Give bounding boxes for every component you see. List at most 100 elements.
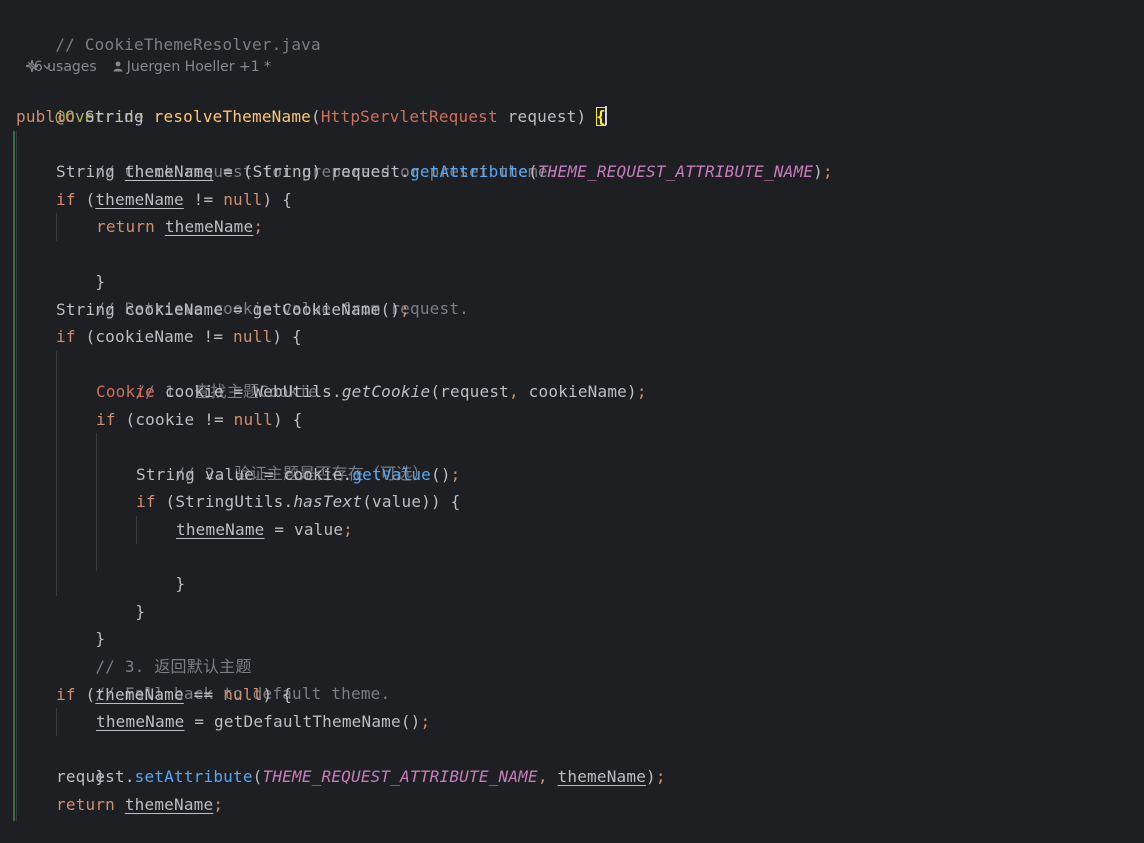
local-variable: themeName [164, 217, 254, 236]
semicolon: ; [420, 712, 431, 731]
code-text: ) { [273, 410, 303, 429]
person-icon [113, 61, 123, 72]
comma: , [509, 382, 519, 401]
local-variable: themeName [124, 162, 214, 181]
constant: THEME_REQUEST_ATTRIBUTE_NAME [262, 767, 538, 786]
param-type: HttpServletRequest [320, 107, 498, 126]
paren: ( [528, 162, 538, 181]
code-line-comment[interactable]: // 2. 验证主题是否存在（可选） [136, 433, 429, 483]
code-line-comment[interactable]: // 3. 返回默认主题 [56, 626, 252, 676]
keyword: if [56, 327, 76, 346]
local-variable: themeName [124, 795, 214, 814]
code-line-close-brace[interactable]: } [56, 241, 105, 291]
local-variable: themeName [176, 520, 265, 539]
code-text: ) { [262, 190, 293, 209]
code-line-if[interactable]: if (cookieName != null) { [56, 323, 302, 350]
code-text: = getDefaultThemeName() [184, 712, 421, 731]
return-type: String [75, 107, 154, 126]
code-line-close-brace[interactable]: } [56, 598, 105, 648]
method-call: setAttribute [134, 767, 253, 786]
chevron-down-icon [43, 64, 51, 70]
paren: ) [813, 162, 824, 181]
keyword: if [96, 410, 116, 429]
semicolon: ; [823, 162, 833, 181]
keyword: null [233, 410, 274, 429]
code-text: String value = cookie. [136, 465, 353, 484]
indent-guide [96, 433, 97, 571]
code-line-if[interactable]: if (themeName == null) { [56, 681, 292, 708]
code-line-close-brace[interactable]: } [96, 571, 145, 621]
vcs-change-marker[interactable] [13, 131, 15, 821]
code-line-if[interactable]: if (cookie != null) { [96, 406, 303, 433]
code-line-get-value[interactable]: String value = cookie.getValue(); [136, 461, 461, 488]
code-line-method-signature[interactable]: public String resolveThemeName(HttpServl… [16, 103, 608, 130]
semicolon: ; [343, 520, 354, 539]
indent-guide [56, 213, 57, 241]
author-hint[interactable]: Juergen Hoeller +1 * [113, 59, 271, 75]
paren: ( [311, 107, 321, 126]
code-line-method-close[interactable]: } [16, 818, 65, 843]
code-line-comment[interactable]: // 1. 查找主题Cookie [96, 351, 318, 401]
code-text: cookie = WebUtils. [155, 382, 342, 401]
indent-guide [16, 131, 17, 821]
local-variable: themeName [95, 685, 184, 704]
semicolon: ; [636, 382, 647, 401]
code-line-assign-default[interactable]: themeName = getDefaultThemeName(); [96, 708, 430, 735]
author-name: Juergen Hoeller +1 * [126, 59, 272, 75]
keyword: if [56, 190, 76, 209]
method-call: getAttribute [410, 162, 528, 181]
code-text: ( [75, 685, 96, 704]
code-text: != [183, 190, 224, 209]
code-line-comment[interactable]: // Fall back to default theme. [56, 653, 390, 703]
code-line-if[interactable]: if (themeName != null) { [56, 186, 292, 213]
code-line-comment[interactable]: // Check request for preparsed or preset… [56, 131, 558, 181]
code-editor[interactable]: // CookieThemeResolver.java 6 usages Juer… [0, 0, 1144, 843]
ai-sparkle-icon [25, 59, 39, 73]
code-text: (value)) { [362, 492, 461, 511]
code-text: ) { [262, 685, 293, 704]
brace: } [175, 574, 186, 593]
semicolon: ; [655, 767, 666, 786]
code-line-return[interactable]: return themeName; [56, 791, 223, 818]
code-text: ( [75, 190, 96, 209]
code-text: = value [264, 520, 344, 539]
indent-guide [56, 351, 57, 596]
code-text: (request [430, 382, 509, 401]
code-text: request. [56, 767, 135, 786]
code-line-get-cookie[interactable]: Cookie cookie = WebUtils.getCookie(reque… [96, 378, 647, 405]
code-text: = (String) request. [213, 162, 410, 181]
paren: ) [646, 767, 656, 786]
code-line-return[interactable]: return themeName; [96, 213, 263, 240]
local-variable: themeName [95, 190, 184, 209]
indent-guide [136, 516, 137, 544]
file-comment-line: // CookieThemeResolver.java [16, 4, 321, 54]
code-line-assign[interactable]: themeName = value; [176, 516, 353, 543]
method-call: getValue [352, 465, 431, 484]
keyword: if [136, 492, 156, 511]
static-method-call: hasText [293, 492, 363, 511]
code-line-get-attribute[interactable]: String themeName = (String) request.getA… [56, 158, 833, 185]
code-line-annotation[interactable]: @Override [16, 76, 144, 126]
code-line-comment[interactable]: // Retrieve cookie value from request. [56, 268, 469, 318]
semicolon: ; [213, 795, 224, 814]
code-vision-hints: 6 usages Juergen Hoeller +1 * [16, 34, 271, 75]
keyword: public [16, 107, 75, 126]
keyword: return [56, 795, 115, 814]
local-variable: themeName [557, 767, 647, 786]
constant: THEME_REQUEST_ATTRIBUTE_NAME [537, 162, 814, 181]
code-line-set-attribute[interactable]: request.setAttribute(THEME_REQUEST_ATTRI… [56, 763, 666, 790]
local-variable: themeName [96, 712, 185, 731]
code-line-close-brace[interactable]: } [136, 543, 185, 593]
method-name: resolveThemeName [153, 107, 311, 126]
code-line-cookie-name[interactable]: String cookieName = getCookieName(); [56, 296, 410, 323]
code-line-close-brace[interactable]: } [56, 736, 105, 786]
semicolon: ; [450, 465, 461, 484]
code-line-if[interactable]: if (StringUtils.hasText(value)) { [136, 488, 461, 515]
keyword: null [233, 327, 273, 346]
inlay-toggle[interactable] [25, 57, 57, 75]
code-text: ) { [272, 327, 302, 346]
static-method-call: getCookie [341, 382, 431, 401]
